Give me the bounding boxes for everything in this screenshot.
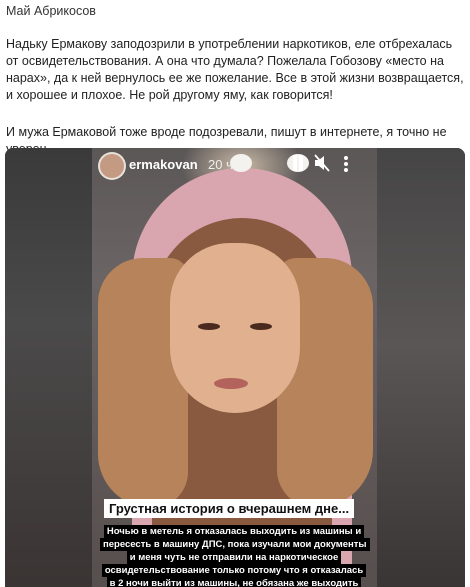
- story-frame[interactable]: ermakovan 20 ч. Грустная история о вчера…: [92, 148, 377, 587]
- story-caption-body: Ночью в метель я отказалась выходить из …: [100, 525, 370, 587]
- story-header: ermakovan 20 ч.: [92, 148, 377, 178]
- blurred-background: [5, 148, 92, 587]
- story-media[interactable]: ermakovan 20 ч. Грустная история о вчера…: [5, 148, 465, 587]
- avatar[interactable]: [100, 154, 124, 178]
- story-caption-text: Ночью в метель я отказалась выходить из …: [100, 525, 370, 587]
- story-username[interactable]: ermakovan: [129, 157, 198, 172]
- story-timestamp: 20 ч.: [208, 157, 237, 172]
- volume-mute-icon[interactable]: [314, 154, 330, 172]
- post-author[interactable]: Май Абрикосов: [6, 4, 96, 18]
- more-vertical-icon[interactable]: [343, 156, 349, 172]
- post-paragraph: Надьку Ермакову заподозрили в употреблен…: [6, 37, 464, 102]
- pause-icon[interactable]: [291, 155, 305, 171]
- story-caption-title: Грустная история о вчерашнем дне...: [104, 499, 355, 518]
- blurred-background: [377, 148, 465, 587]
